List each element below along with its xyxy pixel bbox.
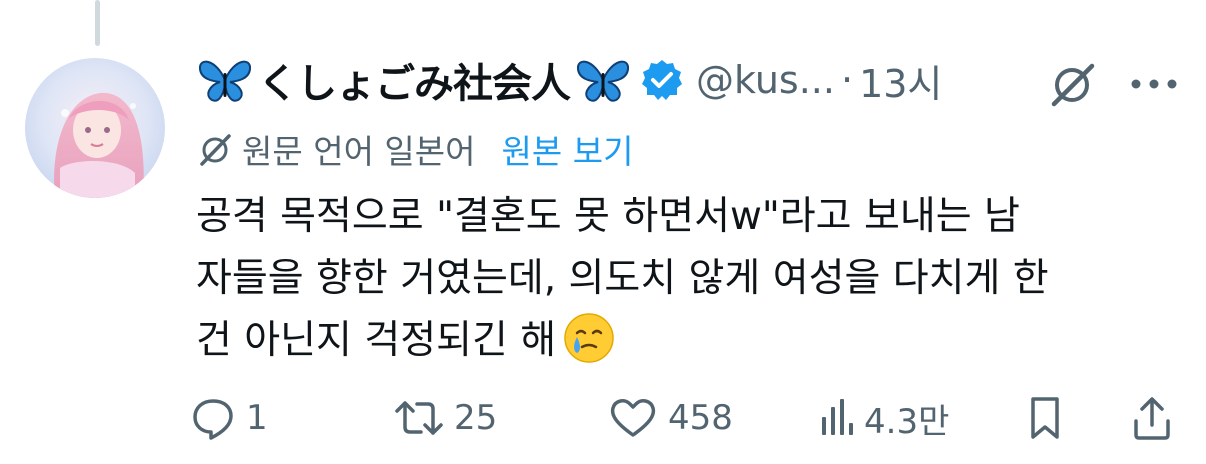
repost-count: 25 [454, 398, 498, 438]
bookmark-icon [1031, 397, 1059, 439]
reply-count: 1 [246, 398, 268, 438]
tweet-actions-bar: 1 25 458 4.3만 [190, 388, 1190, 448]
like-count: 458 [668, 398, 733, 438]
bookmark-button[interactable] [1025, 388, 1065, 448]
display-name-link[interactable]: くしょごみ社会人 [196, 51, 632, 109]
grok-button[interactable] [1046, 60, 1100, 108]
tweet-text: 공격 목적으로 "결혼도 못 하면서w"라고 보내는 남 자들을 향한 거였는데… [196, 186, 1186, 372]
thread-connector-line [95, 0, 100, 46]
translation-info: 원문 언어 일본어 원본 보기 [196, 124, 633, 174]
tweet-text-line: 공격 목적으로 "결혼도 못 하면서w"라고 보내는 남 [196, 194, 1020, 239]
more-horizontal-icon [1131, 79, 1177, 89]
butterfly-icon [577, 60, 629, 102]
tweet-text-line: 건 아닌지 걱정되긴 해 [196, 318, 557, 363]
show-original-link[interactable]: 원본 보기 [502, 125, 634, 173]
views-button[interactable]: 4.3만 [820, 388, 949, 448]
separator-dot: · [840, 58, 854, 102]
more-options-button[interactable] [1124, 64, 1184, 104]
tweet-text-line-with-emoji: 건 아닌지 걱정되긴 해 [196, 310, 1186, 372]
views-chart-icon [822, 399, 853, 435]
share-button[interactable] [1130, 388, 1174, 448]
repost-icon [395, 401, 443, 435]
tweet-header: くしょごみ社会人 @kus... · 13시 [196, 52, 942, 108]
timestamp-link[interactable]: 13시 [859, 53, 942, 108]
face-holding-back-tears-emoji-icon [564, 313, 614, 363]
avatar[interactable] [25, 58, 165, 198]
verified-badge-icon [642, 60, 682, 100]
butterfly-icon [199, 60, 251, 102]
like-button[interactable]: 458 [608, 388, 733, 448]
reply-button[interactable]: 1 [190, 388, 268, 448]
display-name-text: くしょごみ社会人 [258, 61, 571, 107]
views-count: 4.3만 [864, 401, 950, 442]
handle-link[interactable]: @kus... [696, 58, 835, 102]
reply-icon [193, 399, 233, 440]
translation-language-text: 원문 언어 일본어 [242, 132, 476, 171]
tweet[interactable]: くしょごみ社会人 @kus... · 13시 원문 언어 일본어 원본 보기 공… [0, 0, 1206, 464]
tweet-text-line: 자들을 향한 거였는데, 의도치 않게 여성을 다치게 한 [196, 256, 1049, 301]
repost-button[interactable]: 25 [394, 388, 497, 448]
grok-icon [1051, 63, 1095, 107]
heart-icon [610, 399, 656, 437]
share-icon [1134, 397, 1170, 440]
translate-icon [200, 134, 231, 166]
